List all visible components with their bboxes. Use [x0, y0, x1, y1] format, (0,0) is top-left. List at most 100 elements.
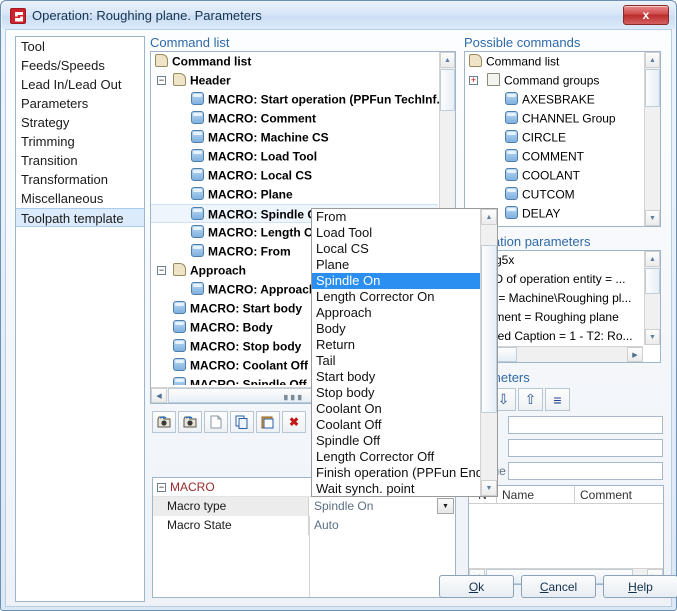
dropdown-item-load-tool[interactable]: Load Tool [312, 225, 480, 241]
tree-node-macro-plane[interactable]: MACRO: Plane [151, 185, 438, 204]
parameter-value-field[interactable] [508, 462, 663, 480]
dropdown-vscrollbar[interactable]: ▲ ▼ [480, 209, 497, 496]
dropdown-item-stop-body[interactable]: Stop body [312, 385, 480, 401]
scroll-up-arrow-icon[interactable]: ▲ [481, 209, 497, 225]
tree-node-macro-local-cs[interactable]: MACRO: Local CS [151, 166, 438, 185]
pc-node-channel-group[interactable]: CHANNEL Group [465, 109, 643, 128]
sidebar-item-transformation[interactable]: Transformation [16, 170, 144, 189]
tree-node-label: Approach [190, 263, 247, 278]
command-parameters-table[interactable]: N Name Comment ◀ ▖▖▖ ▶ [468, 485, 664, 585]
cylinder-icon [191, 244, 204, 257]
tree-node-header[interactable]: − Header [151, 71, 438, 90]
scroll-thumb[interactable] [645, 268, 660, 294]
dropdown-item-plane[interactable]: Plane [312, 257, 480, 273]
sidebar-item-feeds-speeds[interactable]: Feeds/Speeds [16, 56, 144, 75]
scroll-right-arrow-icon[interactable]: ▶ [627, 347, 643, 362]
dropdown-item-local-cs[interactable]: Local CS [312, 241, 480, 257]
property-row-macro-state[interactable]: Macro State Auto [153, 516, 455, 535]
copy-icon[interactable] [230, 411, 254, 433]
property-value[interactable]: Auto [309, 516, 455, 535]
cylinder-icon [191, 111, 204, 124]
sidebar-item-transition[interactable]: Transition [16, 151, 144, 170]
pc-node-coolant[interactable]: COOLANT [465, 166, 643, 185]
scroll-up-arrow-icon[interactable]: ▲ [645, 52, 660, 68]
collapse-minus-icon[interactable]: − [157, 482, 166, 492]
dropdown-item-finish-operation[interactable]: Finish operation (PPFun EndTe [312, 465, 480, 481]
dropdown-item-spindle-off[interactable]: Spindle Off [312, 433, 480, 449]
operation-parameters-vscrollbar[interactable]: ▲ ▼ [644, 251, 660, 345]
dropdown-item-from[interactable]: From [312, 209, 480, 225]
table-body[interactable] [469, 504, 663, 568]
tree-node-command-list[interactable]: Command list [151, 52, 438, 71]
collapse-minus-icon[interactable]: − [157, 76, 166, 85]
pc-node-comment[interactable]: COMMENT [465, 147, 643, 166]
parameter-field-1[interactable] [508, 416, 663, 434]
expand-plus-icon[interactable]: + [469, 76, 478, 85]
pc-node-cutcom[interactable]: CUTCOM [465, 185, 643, 204]
sidebar-item-lead-in-lead-out[interactable]: Lead In/Lead Out [16, 75, 144, 94]
possible-commands-tree[interactable]: Command list + Command groups AXESBRAKE … [465, 52, 643, 226]
pc-node-axesbrake[interactable]: AXESBRAKE [465, 90, 643, 109]
possible-commands-vscrollbar[interactable]: ▲ ▼ [644, 52, 660, 226]
scroll-thumb[interactable] [645, 69, 660, 107]
export-camera-icon[interactable] [178, 411, 202, 433]
chevron-down-icon[interactable]: ▼ [437, 498, 454, 514]
parameter-field-2[interactable] [508, 439, 663, 457]
cylinder-icon [191, 168, 204, 181]
dropdown-item-return[interactable]: Return [312, 337, 480, 353]
scroll-left-arrow-icon[interactable]: ◀ [151, 388, 167, 403]
cancel-button[interactable]: Cancel [521, 575, 596, 598]
pc-node-command-list[interactable]: Command list [465, 52, 643, 71]
property-value[interactable]: Spindle On ▼ [309, 497, 455, 516]
help-button[interactable]: Help [603, 575, 677, 598]
column-header-name[interactable]: Name [497, 486, 575, 503]
possible-commands-caption: Possible commands [464, 35, 581, 50]
dropdown-item-body[interactable]: Body [312, 321, 480, 337]
dropdown-item-spindle-on[interactable]: Spindle On [312, 273, 480, 289]
dropdown-item-coolant-off[interactable]: Coolant Off [312, 417, 480, 433]
scroll-down-arrow-icon[interactable]: ▼ [645, 329, 660, 345]
tree-node-macro-load-tool[interactable]: MACRO: Load Tool [151, 147, 438, 166]
macro-type-dropdown-popup[interactable]: From Load Tool Local CS Plane Spindle On… [311, 208, 498, 497]
dropdown-item-coolant-on[interactable]: Coolant On [312, 401, 480, 417]
scroll-up-arrow-icon[interactable]: ▲ [645, 251, 660, 267]
move-up-icon[interactable]: ⇧ [518, 388, 543, 411]
dropdown-list[interactable]: From Load Tool Local CS Plane Spindle On… [312, 209, 480, 496]
tree-node-macro-machine-cs[interactable]: MACRO: Machine CS [151, 128, 438, 147]
paste-icon[interactable] [256, 411, 280, 433]
collapse-minus-icon[interactable]: − [157, 266, 166, 275]
dropdown-item-length-corrector-off[interactable]: Length Corrector Off [312, 449, 480, 465]
scroll-down-arrow-icon[interactable]: ▼ [645, 210, 660, 226]
dropdown-item-tail[interactable]: Tail [312, 353, 480, 369]
sidebar-item-trimming[interactable]: Trimming [16, 132, 144, 151]
sidebar-item-miscellaneous[interactable]: Miscellaneous [16, 189, 144, 208]
dropdown-item-length-corrector-on[interactable]: Length Corrector On [312, 289, 480, 305]
sidebar-item-toolpath-template[interactable]: Toolpath template [16, 208, 144, 227]
possible-commands-panel[interactable]: Command list + Command groups AXESBRAKE … [464, 51, 661, 227]
scroll-down-arrow-icon[interactable]: ▼ [481, 480, 497, 496]
align-left-icon[interactable]: ≡ [545, 388, 570, 411]
close-button[interactable]: x [623, 5, 669, 25]
dropdown-item-wait-synch-point[interactable]: Wait synch. point [312, 481, 480, 496]
pc-node-command-groups[interactable]: + Command groups [465, 71, 643, 90]
command-list-toolbar[interactable]: ✖ [152, 411, 308, 433]
dropdown-item-approach[interactable]: Approach [312, 305, 480, 321]
import-camera-icon[interactable] [152, 411, 176, 433]
scroll-thumb[interactable] [440, 69, 455, 111]
scroll-thumb[interactable] [481, 245, 497, 413]
scroll-icon [173, 73, 186, 86]
sidebar-item-parameters[interactable]: Parameters [16, 94, 144, 113]
delete-icon[interactable]: ✖ [282, 411, 306, 433]
ok-button[interactable]: Ok [439, 575, 514, 598]
column-header-comment[interactable]: Comment [575, 486, 663, 503]
sidebar-item-tool[interactable]: Tool [16, 37, 144, 56]
tree-node-macro-comment[interactable]: MACRO: Comment [151, 109, 438, 128]
scroll-up-arrow-icon[interactable]: ▲ [440, 52, 455, 68]
dropdown-item-start-body[interactable]: Start body [312, 369, 480, 385]
new-document-icon[interactable] [204, 411, 228, 433]
sidebar-item-strategy[interactable]: Strategy [16, 113, 144, 132]
tree-node-macro-start-operation[interactable]: MACRO: Start operation (PPFun TechInf... [151, 90, 446, 109]
category-list[interactable]: Tool Feeds/Speeds Lead In/Lead Out Param… [15, 36, 145, 602]
pc-node-circle[interactable]: CIRCLE [465, 128, 643, 147]
property-row-macro-type[interactable]: Macro type Spindle On ▼ [153, 497, 455, 516]
